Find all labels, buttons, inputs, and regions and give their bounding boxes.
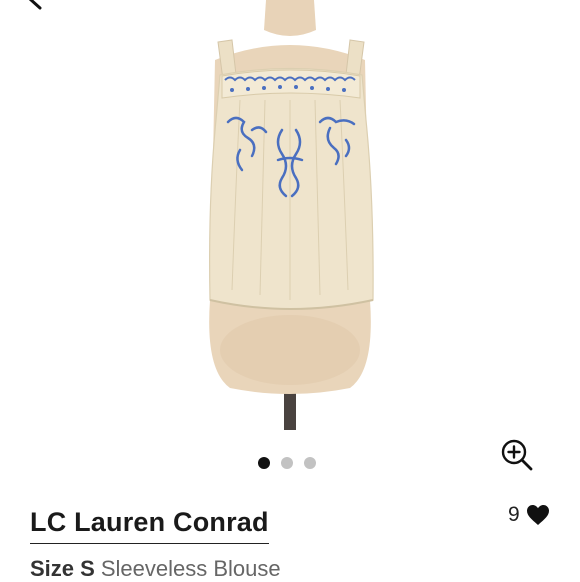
carousel-pagination (258, 457, 316, 469)
category-label: Sleeveless Blouse (100, 556, 281, 581)
product-subline: Size S Sleeveless Blouse (30, 556, 281, 582)
like-count: 9 (508, 503, 520, 526)
carousel-dot-2[interactable] (281, 457, 293, 469)
carousel-dot-1[interactable] (258, 457, 270, 469)
product-image[interactable] (170, 0, 410, 430)
like-button[interactable]: 9 (508, 503, 550, 527)
zoom-in-icon[interactable] (500, 438, 534, 472)
chevron-left-icon[interactable] (22, 0, 48, 12)
carousel-dot-3[interactable] (304, 457, 316, 469)
size-label: Size S (30, 556, 95, 581)
brand-link[interactable]: LC Lauren Conrad (30, 507, 269, 544)
heart-icon (526, 505, 549, 525)
